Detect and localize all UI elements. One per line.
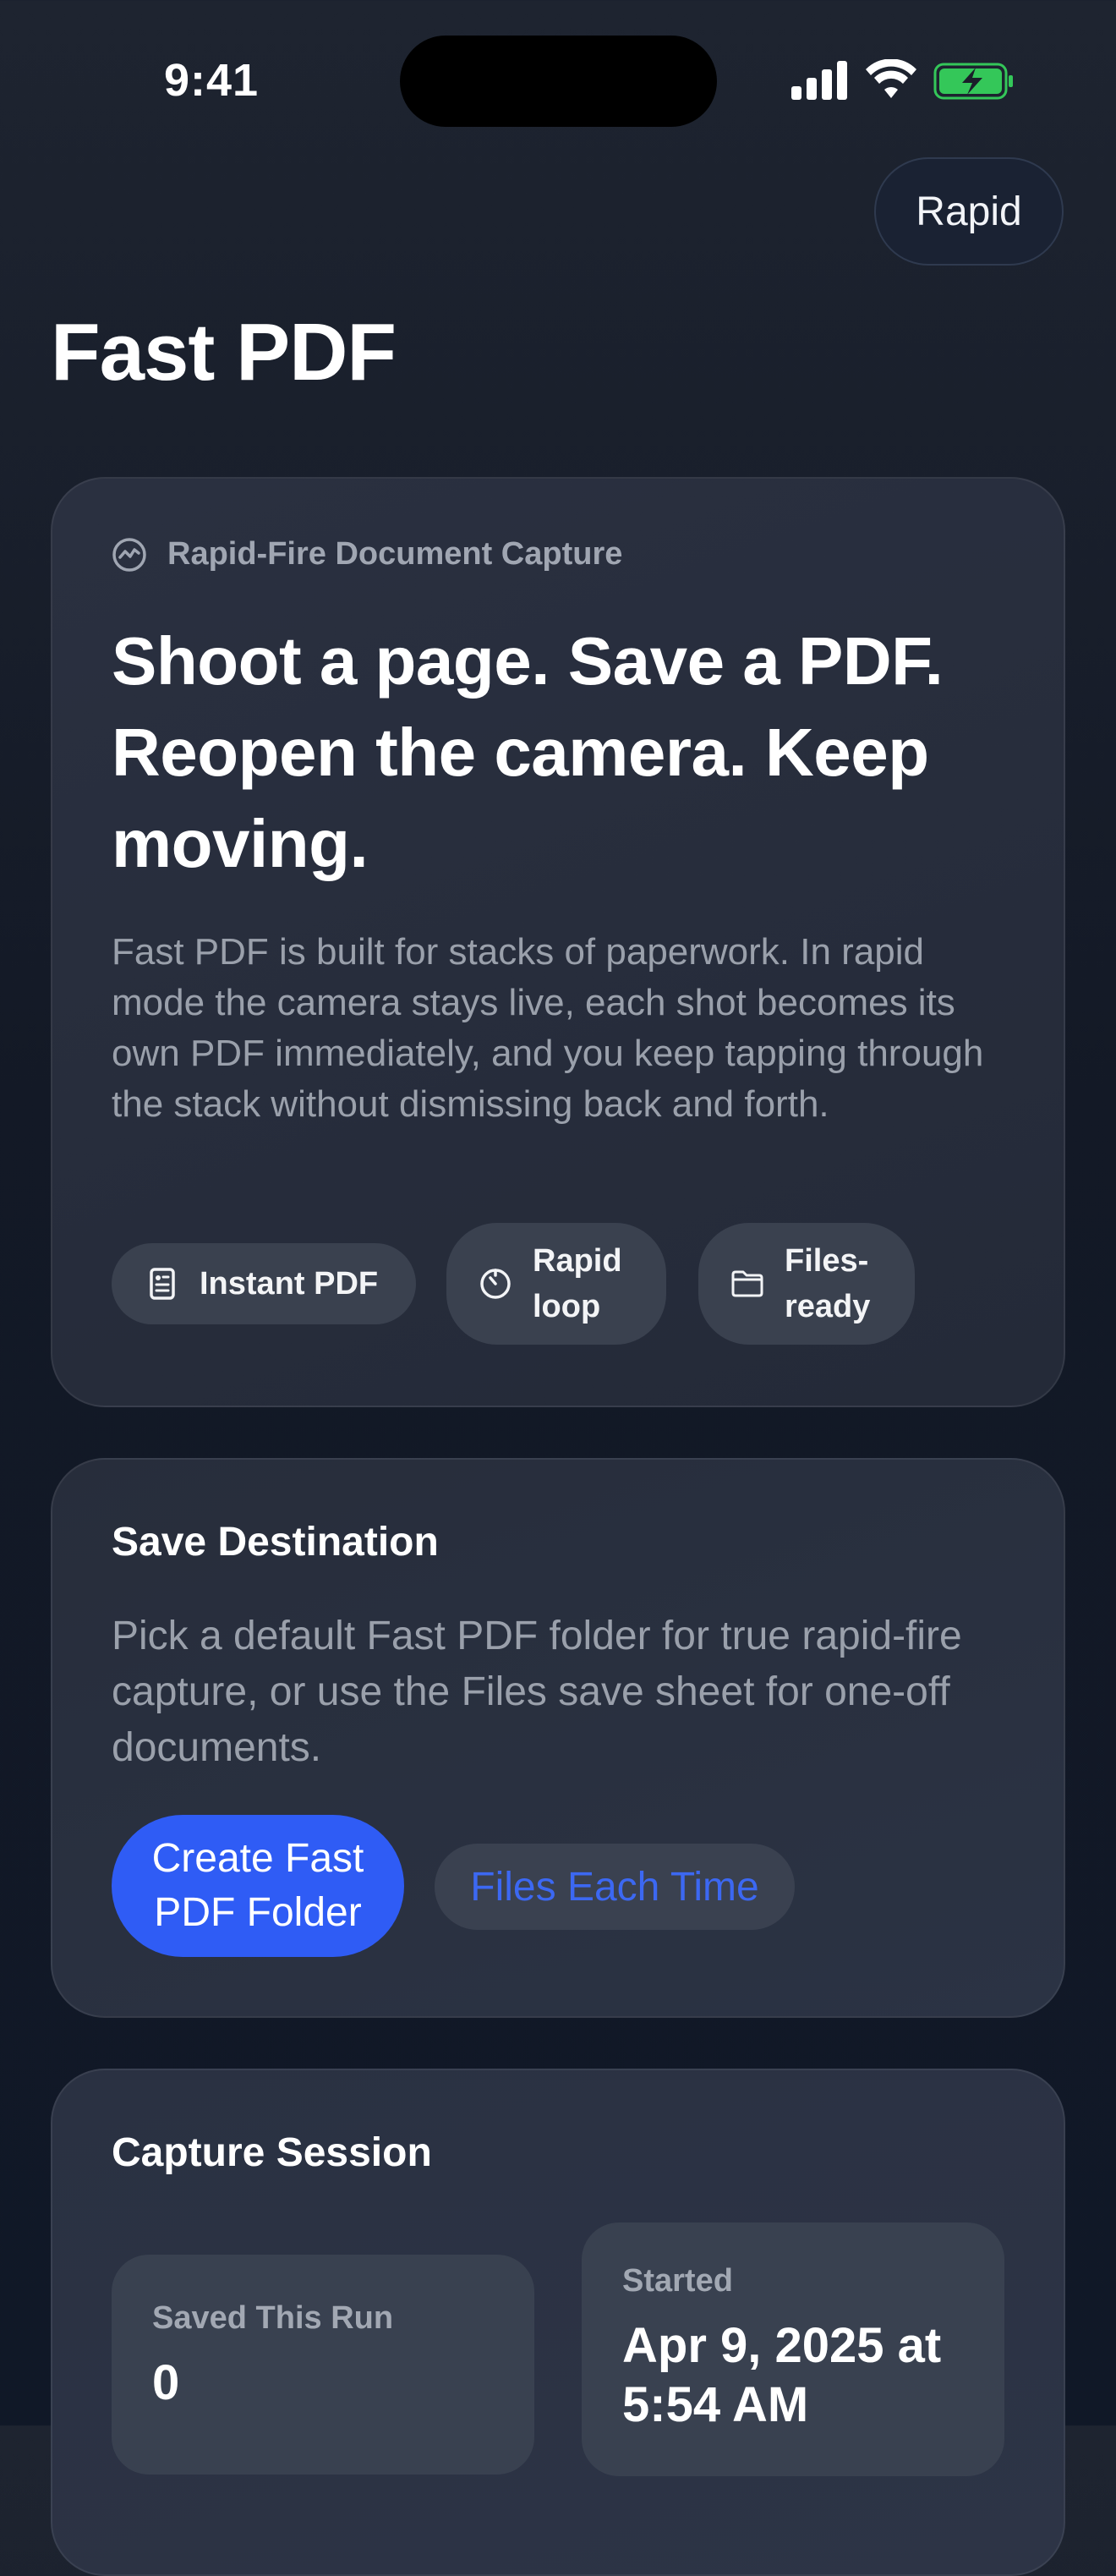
feature-chip-files-ready: Files-ready xyxy=(698,1223,915,1345)
stat-label: Saved This Run xyxy=(152,2300,394,2336)
page-title: Fast PDF xyxy=(51,307,397,397)
hero-description: Fast PDF is built for stacks of paperwor… xyxy=(112,931,984,1125)
save-destination-description: Pick a default Fast PDF folder for true … xyxy=(112,1614,962,1770)
folder-icon xyxy=(731,1270,763,1297)
section-title-save-destination: Save Destination xyxy=(112,1520,439,1565)
wifi-icon xyxy=(866,59,916,98)
stat-label: Started xyxy=(622,2263,733,2299)
stat-value: Apr 9, 2025 at 5:54 AM xyxy=(622,2318,942,2432)
timer-icon xyxy=(480,1269,511,1299)
document-icon xyxy=(150,1268,175,1300)
hero-headline: Shoot a page. Save a PDF. Reopen the cam… xyxy=(112,623,944,881)
mode-toggle-button[interactable]: Rapid xyxy=(874,157,1064,266)
create-folder-button[interactable]: Create Fast PDF Folder xyxy=(112,1815,404,1957)
dynamic-island xyxy=(400,36,717,127)
battery-charging-icon xyxy=(933,63,1013,100)
hero-eyebrow-label: Rapid-Fire Document Capture xyxy=(167,536,623,572)
cellular-signal-icon xyxy=(791,61,847,100)
started-stat: Started Apr 9, 2025 at 5:54 AM xyxy=(582,2222,1004,2476)
waveform-circle-icon xyxy=(112,537,146,572)
chip-label: Rapid loop xyxy=(533,1243,622,1324)
status-time: 9:41 xyxy=(164,55,260,106)
stat-value: 0 xyxy=(152,2355,180,2410)
hero-eyebrow: Rapid-Fire Document Capture xyxy=(112,536,622,573)
feature-chip-instant-pdf: Instant PDF xyxy=(112,1243,416,1324)
saved-this-run-stat: Saved This Run 0 xyxy=(112,2255,534,2475)
section-title-capture-session: Capture Session xyxy=(112,2130,432,2175)
feature-chip-rapid-loop: Rapid loop xyxy=(446,1223,666,1345)
chip-label: Files-ready xyxy=(785,1243,871,1324)
files-each-time-button[interactable]: Files Each Time xyxy=(435,1844,795,1930)
chip-label: Instant PDF xyxy=(200,1265,379,1302)
